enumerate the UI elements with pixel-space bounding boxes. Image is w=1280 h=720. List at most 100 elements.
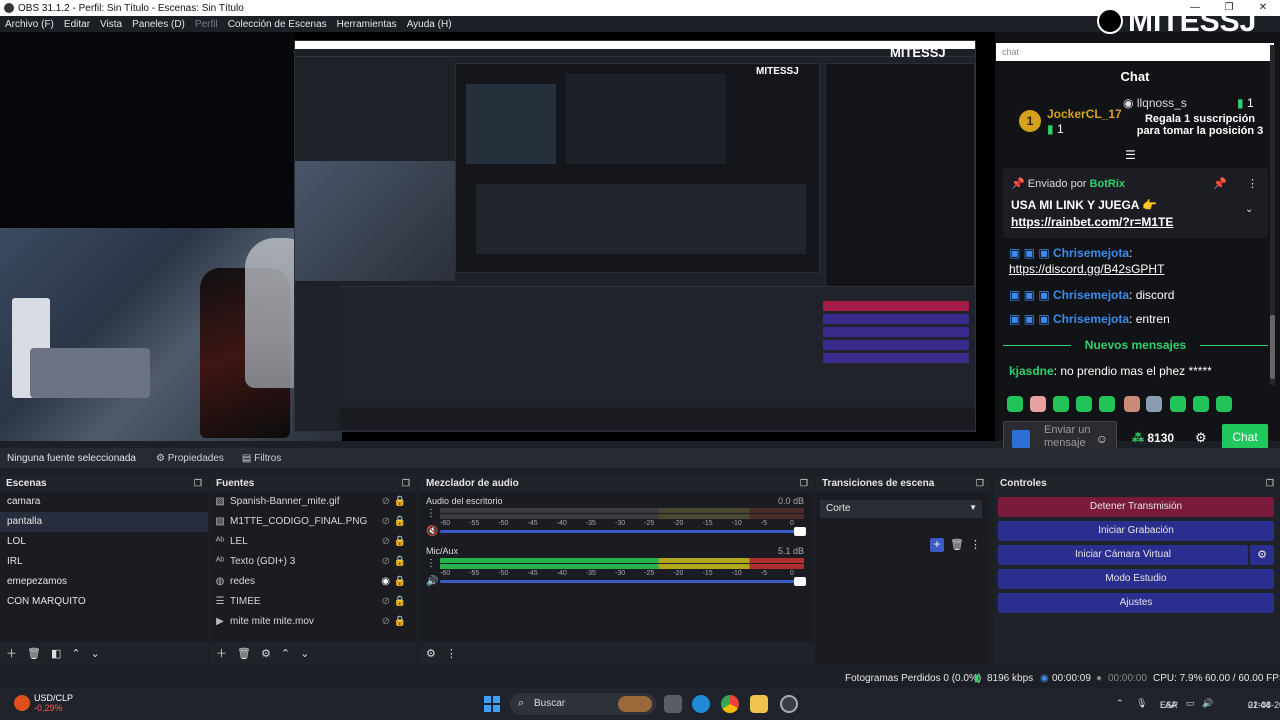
undock-icon[interactable]: ❐ — [800, 478, 808, 489]
emoji-icon[interactable]: ☺ — [1096, 432, 1108, 446]
scene-item[interactable]: CON MARQUITO — [0, 592, 208, 612]
hidden-eye-icon[interactable]: ⊘ — [382, 492, 390, 512]
lock-icon[interactable]: 🔒 — [394, 492, 406, 512]
hidden-eye-icon[interactable]: ⊘ — [382, 612, 390, 632]
menu-coleccion-escenas[interactable]: Colección de Escenas — [228, 19, 327, 30]
emote-icon[interactable] — [1170, 396, 1186, 412]
start-virtual-camera-button[interactable]: Iniciar Cámara Virtual — [998, 545, 1248, 565]
unpin-icon[interactable]: 📌 — [1213, 177, 1227, 190]
source-settings-icon[interactable]: ⚙ — [261, 647, 271, 660]
volume-fader[interactable] — [440, 527, 806, 536]
taskbar-search[interactable]: ⌕ Buscar — [510, 693, 656, 715]
virtual-camera-settings-gear-icon[interactable]: ⚙ — [1250, 545, 1274, 565]
lock-icon[interactable]: 🔒 — [394, 612, 406, 632]
lock-icon[interactable]: 🔒 — [394, 572, 406, 592]
more-options-icon[interactable]: ⋮ — [1247, 177, 1258, 190]
speaker-icon[interactable]: 🔊 — [426, 576, 438, 587]
chat-message-link[interactable]: https://discord.gg/B42sGPHT — [1009, 262, 1164, 276]
menu-ayuda[interactable]: Ayuda (H) — [407, 19, 452, 30]
move-up-icon[interactable]: ⌃ — [71, 647, 80, 660]
filters-button[interactable]: ▤ Filtros — [236, 453, 287, 464]
undock-icon[interactable]: ❐ — [194, 478, 202, 489]
start-recording-button[interactable]: Iniciar Grabación — [998, 521, 1274, 541]
task-view-icon[interactable] — [664, 695, 682, 713]
pinned-message[interactable]: 📌 Enviado por BotRix 📌 ⋮ USA MI LINK Y J… — [1003, 168, 1268, 238]
emote-icon[interactable] — [1007, 396, 1023, 412]
menu-archivo[interactable]: Archivo (F) — [5, 19, 54, 30]
collapse-icon[interactable]: ☰ — [1125, 148, 1136, 162]
chevron-down-icon[interactable]: ⌄ — [1245, 204, 1253, 215]
emote-icon[interactable] — [1076, 396, 1092, 412]
hidden-eye-icon[interactable]: ⊘ — [382, 532, 390, 552]
pinned-link[interactable]: https://rainbet.com/?r=M1TE — [1011, 215, 1173, 229]
channel-menu-icon[interactable]: ⋮ — [426, 508, 436, 519]
source-item[interactable]: ▨ M1TTE_CODIGO_FINAL.PNG ⊘ 🔒 — [210, 512, 416, 532]
file-explorer-icon[interactable] — [750, 695, 768, 713]
undock-icon[interactable]: ❐ — [976, 478, 984, 489]
scene-item[interactable]: camara — [0, 492, 208, 512]
chat-scrollbar-thumb[interactable] — [1270, 315, 1275, 379]
hidden-eye-icon[interactable]: ⊘ — [382, 592, 390, 612]
undock-icon[interactable]: ❐ — [1266, 478, 1274, 489]
emote-icon[interactable] — [1030, 396, 1046, 412]
chat-search-input[interactable]: chat — [996, 43, 1274, 61]
transition-more-icon[interactable]: ⋮ — [970, 538, 981, 551]
muted-speaker-icon[interactable]: 🔇 — [426, 526, 438, 537]
source-item[interactable]: ᴬᵇ Texto (GDI+) 3 ⊘ 🔒 — [210, 552, 416, 572]
scene-item[interactable]: LOL — [0, 532, 208, 552]
undock-icon[interactable]: ❐ — [402, 478, 410, 489]
add-source-icon[interactable]: ＋ — [216, 645, 227, 661]
source-item[interactable]: ◍ redes ◉ 🔒 — [210, 572, 416, 592]
chat-send-button[interactable]: Chat — [1222, 424, 1268, 451]
add-scene-icon[interactable]: ＋ — [6, 645, 17, 661]
visible-eye-icon[interactable]: ◉ — [381, 572, 390, 592]
delete-transition-icon[interactable]: 🗑 — [950, 538, 964, 551]
network-icon[interactable]: ▭ — [1186, 698, 1195, 708]
remove-scene-icon[interactable]: 🗑 — [27, 647, 41, 660]
windows-start-icon[interactable] — [484, 696, 500, 712]
remove-source-icon[interactable]: 🗑 — [237, 647, 251, 660]
mixer-more-icon[interactable]: ⋮ — [446, 647, 457, 660]
menu-perfil[interactable]: Perfil — [195, 19, 218, 30]
emote-icon[interactable] — [1146, 396, 1162, 412]
menu-herramientas[interactable]: Herramientas — [337, 19, 397, 30]
scene-item[interactable]: emepezamos — [0, 572, 208, 592]
hidden-eye-icon[interactable]: ⊘ — [382, 512, 390, 532]
add-transition-button[interactable]: + — [930, 538, 944, 552]
move-down-icon[interactable]: ⌄ — [91, 647, 100, 660]
volume-fader-knob[interactable] — [794, 527, 806, 536]
edge-icon[interactable] — [692, 695, 710, 713]
menu-paneles[interactable]: Paneles (D) — [132, 19, 185, 30]
advanced-audio-icon[interactable]: ⚙ — [426, 647, 436, 660]
menu-editar[interactable]: Editar — [64, 19, 90, 30]
emote-icon[interactable] — [1193, 396, 1209, 412]
source-item[interactable]: ▶ mite mite mite.mov ⊘ 🔒 — [210, 612, 416, 632]
menu-vista[interactable]: Vista — [100, 19, 122, 30]
chat-settings-gear-icon[interactable]: ⚙ — [1195, 430, 1207, 446]
transition-select[interactable]: Corte ▼ — [820, 500, 982, 518]
mic-icon[interactable]: 🎙 — [1136, 698, 1147, 708]
lock-icon[interactable]: 🔒 — [394, 512, 406, 532]
lock-icon[interactable]: 🔒 — [394, 552, 406, 572]
emote-icon[interactable] — [1124, 396, 1140, 412]
stock-ticker-icon[interactable] — [14, 695, 30, 711]
properties-button[interactable]: ⚙ Propiedades — [150, 453, 230, 464]
settings-button[interactable]: Ajustes — [998, 593, 1274, 613]
lock-icon[interactable]: 🔒 — [394, 592, 406, 612]
tray-overflow-icon[interactable]: ⌃ — [1116, 698, 1124, 708]
studio-mode-button[interactable]: Modo Estudio — [998, 569, 1274, 589]
move-down-icon[interactable]: ⌄ — [300, 647, 309, 660]
source-item[interactable]: ▨ Spanish-Banner_mite.gif ⊘ 🔒 — [210, 492, 416, 512]
channel-points[interactable]: ⁂ 8130 — [1132, 431, 1174, 445]
emote-icon[interactable] — [1099, 396, 1115, 412]
volume-icon[interactable]: 🔊 — [1202, 698, 1213, 708]
channel-menu-icon[interactable]: ⋮ — [426, 558, 436, 569]
emote-icon[interactable] — [1216, 396, 1232, 412]
emote-icon[interactable] — [1053, 396, 1069, 412]
chrome-icon[interactable] — [721, 695, 739, 713]
lock-icon[interactable]: 🔒 — [394, 532, 406, 552]
scene-item[interactable]: pantalla — [0, 512, 208, 532]
volume-fader[interactable] — [440, 577, 806, 586]
stock-ticker[interactable]: USD/CLP -0,29% — [34, 693, 73, 713]
scene-item[interactable]: IRL — [0, 552, 208, 572]
